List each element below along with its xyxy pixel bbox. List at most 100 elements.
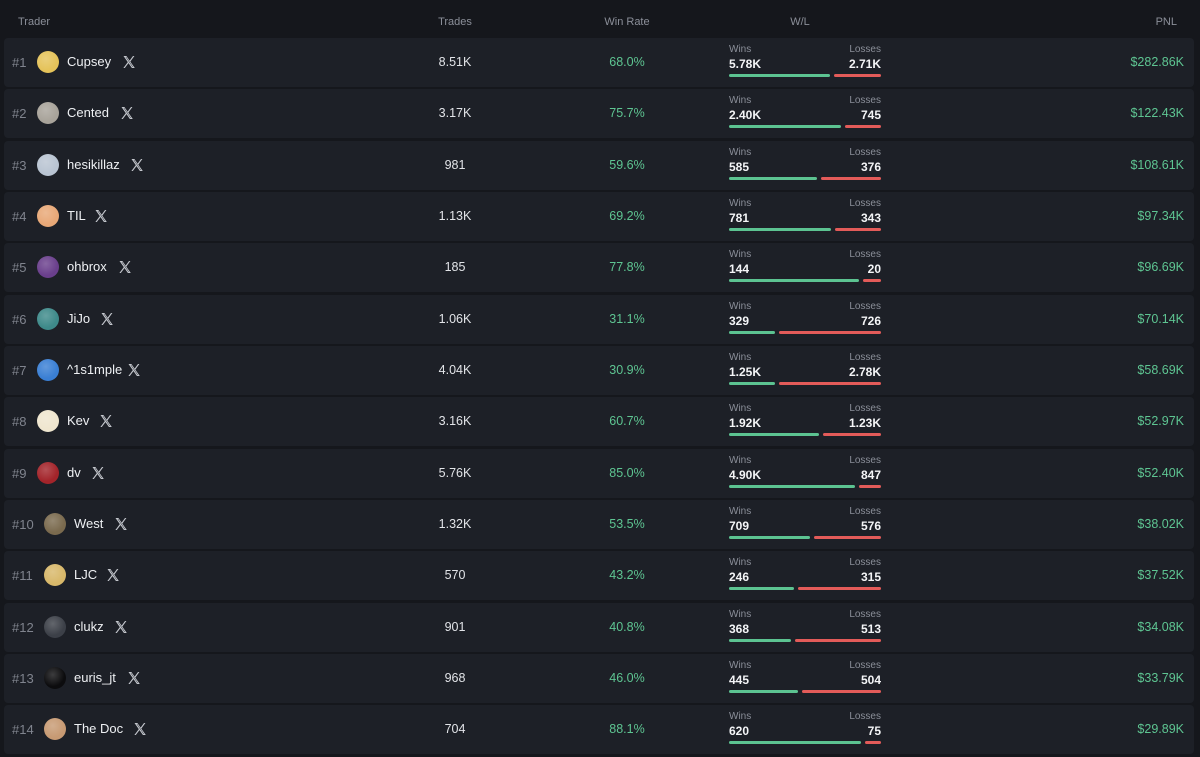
- x-icon[interactable]: [113, 516, 129, 532]
- losses-label: Losses: [849, 454, 881, 466]
- table-row[interactable]: #9 dv 5.76K 85.0% Wins Losses 4.90K 847 …: [4, 448, 1194, 498]
- losses-bar: [802, 690, 881, 694]
- table-row[interactable]: #1 Cupsey 8.51K 68.0% Wins Losses 5.78K …: [4, 38, 1194, 87]
- avatar[interactable]: [44, 718, 66, 741]
- losses-bar: [863, 279, 881, 283]
- losses-bar: [823, 433, 881, 437]
- trader-name[interactable]: West: [74, 516, 103, 531]
- x-icon[interactable]: [126, 670, 142, 686]
- trader-name[interactable]: euris_jt: [74, 670, 116, 685]
- losses-bar: [865, 741, 881, 745]
- x-icon[interactable]: [98, 413, 114, 429]
- x-icon[interactable]: [132, 721, 148, 737]
- trades-count: 3.17K: [438, 106, 472, 121]
- column-header-pnl[interactable]: PNL: [1156, 16, 1177, 28]
- rank: #3: [12, 157, 27, 173]
- avatar[interactable]: [44, 615, 66, 638]
- x-icon[interactable]: [93, 208, 109, 224]
- trader-name[interactable]: Cupsey: [67, 54, 111, 69]
- losses-bar: [779, 330, 881, 334]
- table-row[interactable]: #5 ohbrox 185 77.8% Wins Losses 144 20 $…: [4, 243, 1194, 293]
- avatar[interactable]: [37, 359, 59, 382]
- rank: #2: [12, 106, 27, 122]
- wins-bar: [729, 330, 775, 334]
- losses-value: 2.71K: [848, 57, 881, 71]
- column-header-trader[interactable]: Trader: [18, 16, 50, 28]
- trader-name[interactable]: JiJo: [67, 311, 90, 326]
- trader-name[interactable]: dv: [67, 465, 81, 480]
- table-row[interactable]: #2 Cented 3.17K 75.7% Wins Losses 2.40K …: [4, 89, 1194, 139]
- x-icon[interactable]: [113, 619, 129, 635]
- wins-bar: [729, 536, 810, 540]
- x-icon[interactable]: [105, 567, 121, 583]
- win-loss-cell: Wins Losses 144 20: [729, 249, 881, 287]
- win-loss-cell: Wins Losses 620 75: [729, 711, 881, 749]
- avatar[interactable]: [44, 513, 66, 536]
- trades-count: 570: [444, 568, 466, 583]
- losses-bar: [795, 638, 881, 642]
- losses-value: 504: [860, 673, 881, 688]
- table-row[interactable]: #4 TIL 1.13K 69.2% Wins Losses 781 343 $…: [4, 192, 1194, 242]
- win-rate: 53.5%: [609, 517, 645, 532]
- x-icon[interactable]: [129, 157, 145, 173]
- trader-name[interactable]: clukz: [74, 619, 104, 634]
- table-row[interactable]: #14 The Doc 704 88.1% Wins Losses 620 75…: [4, 705, 1194, 755]
- trades-count: 704: [444, 722, 466, 737]
- avatar[interactable]: [37, 153, 59, 176]
- table-row[interactable]: #6 JiJo 1.06K 31.1% Wins Losses 329 726 …: [4, 294, 1194, 344]
- trader-name[interactable]: LJC: [74, 567, 97, 582]
- avatar[interactable]: [37, 461, 59, 484]
- x-icon[interactable]: [121, 54, 137, 70]
- table-row[interactable]: #7 ^1s1mple 4.04K 30.9% Wins Losses 1.25…: [4, 346, 1194, 396]
- wins-label: Wins: [729, 300, 752, 312]
- table-row[interactable]: #11 LJC 570 43.2% Wins Losses 246 315 $3…: [4, 551, 1194, 601]
- losses-value: 20: [867, 262, 881, 277]
- losses-bar: [798, 587, 881, 591]
- x-icon[interactable]: [90, 465, 106, 481]
- win-loss-cell: Wins Losses 4.90K 847: [729, 455, 881, 493]
- avatar[interactable]: [37, 256, 59, 279]
- trader-name[interactable]: TIL: [67, 208, 86, 223]
- avatar[interactable]: [37, 307, 59, 330]
- table-row[interactable]: #3 hesikillaz 981 59.6% Wins Losses 585 …: [4, 140, 1194, 190]
- table-row[interactable]: #8 Kev 3.16K 60.7% Wins Losses 1.92K 1.2…: [4, 397, 1194, 447]
- pnl-value: $70.14K: [1137, 311, 1184, 326]
- column-header-wl[interactable]: W/L: [770, 16, 830, 28]
- rank: #13: [12, 671, 34, 687]
- losses-value: 513: [860, 621, 881, 636]
- win-loss-cell: Wins Losses 781 343: [729, 198, 881, 236]
- wins-label: Wins: [729, 198, 752, 210]
- losses-value: 343: [860, 211, 881, 226]
- x-icon[interactable]: [119, 105, 135, 121]
- trader-name[interactable]: Cented: [67, 105, 109, 120]
- trader-name[interactable]: ohbrox: [67, 259, 107, 274]
- losses-label: Losses: [849, 352, 881, 364]
- column-header-trades[interactable]: Trades: [419, 16, 491, 28]
- table-row[interactable]: #10 West 1.32K 53.5% Wins Losses 709 576…: [4, 500, 1194, 550]
- avatar[interactable]: [44, 667, 66, 690]
- win-rate: 31.1%: [609, 311, 645, 326]
- avatar[interactable]: [37, 102, 59, 125]
- avatar[interactable]: [37, 51, 59, 73]
- x-icon[interactable]: [99, 311, 115, 327]
- trades-count: 968: [444, 671, 466, 686]
- wins-bar: [729, 741, 861, 745]
- avatar[interactable]: [37, 205, 59, 228]
- avatar[interactable]: [37, 410, 59, 433]
- wins-value: 781: [729, 211, 750, 226]
- trader-name[interactable]: hesikillaz: [67, 157, 120, 172]
- table-row[interactable]: #13 euris_jt 968 46.0% Wins Losses 445 5…: [4, 654, 1194, 704]
- column-header-win-rate[interactable]: Win Rate: [592, 16, 662, 28]
- losses-value: 576: [860, 519, 881, 534]
- table-row[interactable]: #12 clukz 901 40.8% Wins Losses 368 513 …: [4, 602, 1194, 652]
- trader-name[interactable]: ^1s1mple: [67, 362, 122, 377]
- trades-count: 1.06K: [438, 311, 472, 326]
- x-icon[interactable]: [126, 362, 142, 378]
- pnl-value: $97.34K: [1137, 209, 1184, 224]
- avatar[interactable]: [44, 564, 66, 587]
- trades-count: 901: [444, 619, 466, 634]
- wins-bar: [729, 587, 794, 591]
- x-icon[interactable]: [117, 259, 133, 275]
- trader-name[interactable]: The Doc: [74, 721, 123, 736]
- trader-name[interactable]: Kev: [67, 413, 89, 428]
